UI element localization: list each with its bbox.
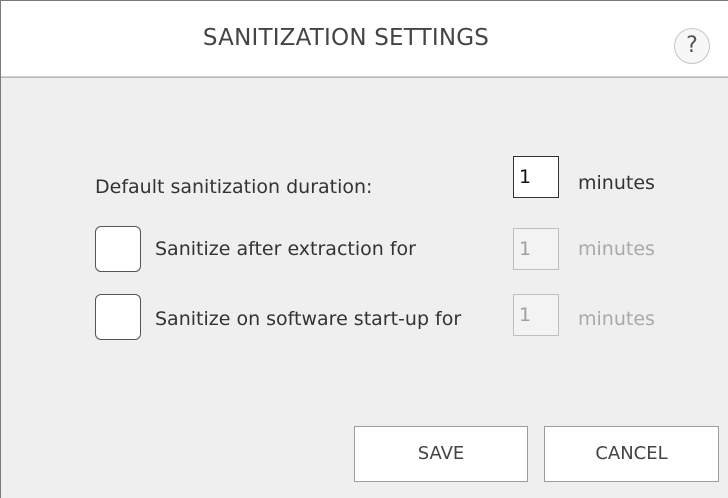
dialog-header: SANITIZATION SETTINGS ? [1, 1, 728, 77]
cancel-button[interactable]: CANCEL [544, 426, 719, 482]
sanitization-settings-dialog: SANITIZATION SETTINGS ? Default sanitiza… [0, 0, 728, 498]
default-duration-unit: minutes [578, 172, 655, 194]
on-startup-duration-unit: minutes [578, 308, 655, 330]
default-duration-input[interactable] [513, 156, 559, 198]
save-button[interactable]: SAVE [354, 426, 528, 482]
on-startup-duration-input [513, 294, 559, 336]
sanitize-after-extraction-checkbox[interactable] [95, 226, 141, 272]
dialog-title: SANITIZATION SETTINGS [202, 25, 490, 51]
after-extraction-duration-unit: minutes [578, 238, 655, 260]
after-extraction-duration-input [513, 228, 559, 270]
help-button[interactable]: ? [674, 28, 710, 64]
sanitize-on-startup-label: Sanitize on software start-up for [155, 308, 462, 330]
sanitize-after-extraction-label: Sanitize after extraction for [155, 238, 416, 260]
settings-panel: Default sanitization duration: minutes S… [1, 77, 728, 498]
question-mark-icon: ? [686, 33, 698, 58]
default-duration-label: Default sanitization duration: [95, 176, 373, 198]
sanitize-on-startup-checkbox[interactable] [95, 294, 141, 340]
